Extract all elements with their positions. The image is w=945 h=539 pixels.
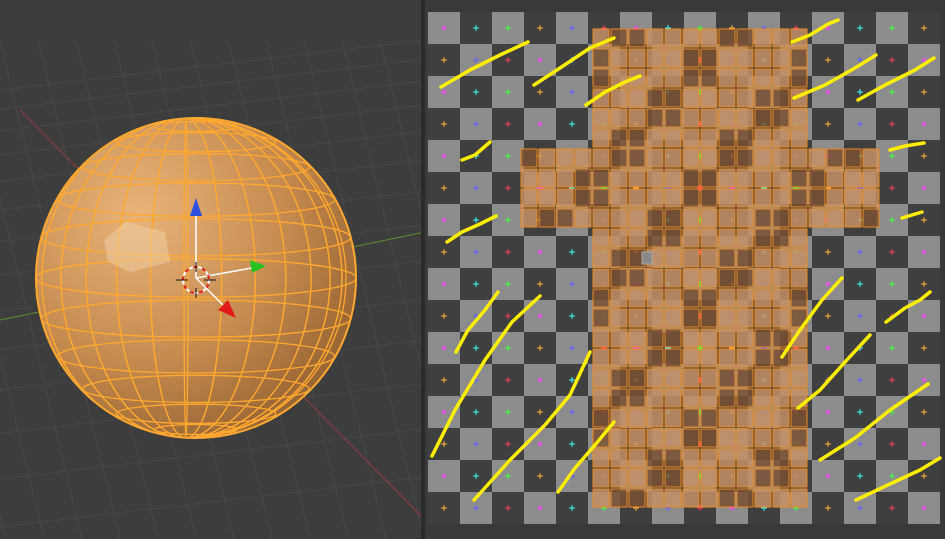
3d-viewport[interactable] bbox=[0, 0, 425, 539]
uv-image-editor[interactable] bbox=[425, 0, 945, 539]
uv-canvas[interactable] bbox=[425, 0, 945, 539]
viewport-canvas[interactable] bbox=[0, 0, 425, 539]
